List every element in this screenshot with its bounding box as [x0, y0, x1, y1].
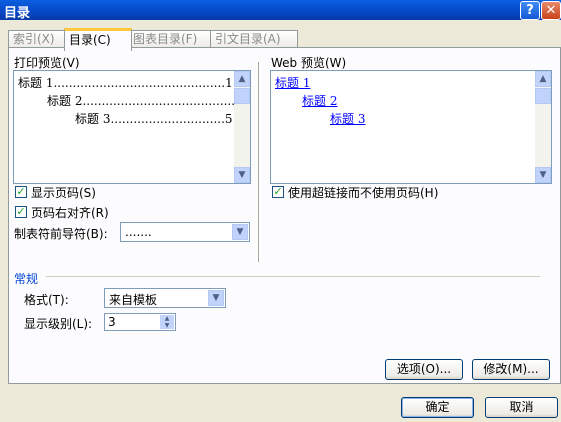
spin-up-icon[interactable]: ▲: [160, 315, 174, 322]
group-divider: [46, 276, 540, 277]
tab-figures[interactable]: 图表目录(F): [128, 30, 216, 48]
print-preview-line: 标题 2....................................…: [47, 94, 243, 108]
format-select[interactable]: 来自模板 ▼: [104, 288, 226, 308]
print-preview-box[interactable]: 标题 1....................................…: [13, 70, 251, 184]
levels-value: 3: [108, 315, 116, 329]
right-align-label[interactable]: 页码右对齐(R): [31, 204, 109, 221]
scroll-down-icon[interactable]: ▼: [234, 167, 250, 183]
format-label: 格式(T):: [24, 293, 69, 307]
levels-label: 显示级别(L):: [24, 317, 93, 331]
scroll-thumb[interactable]: [535, 88, 551, 104]
web-preview-link[interactable]: 标题 3: [330, 110, 365, 127]
print-preview-scrollbar[interactable]: ▲ ▼: [234, 71, 250, 183]
tab-leader-select[interactable]: ....... ▼: [120, 222, 250, 242]
print-preview-label: 打印预览(V): [14, 56, 80, 70]
chevron-down-icon[interactable]: ▼: [232, 224, 248, 240]
web-preview-link[interactable]: 标题 2: [302, 92, 337, 109]
help-icon: ?: [526, 3, 534, 18]
window-title: 目录: [4, 6, 31, 21]
modify-button[interactable]: 修改(M)...: [472, 359, 550, 380]
web-preview-label: Web 预览(W): [271, 56, 347, 70]
print-preview-line: 标题 1....................................…: [18, 76, 233, 90]
options-button[interactable]: 选项(O)...: [385, 359, 463, 380]
show-page-numbers-label[interactable]: 显示页码(S): [31, 184, 96, 201]
column-divider: [258, 62, 260, 262]
general-group-heading: 常规: [14, 272, 39, 286]
title-bar: 目录 ? ✕: [0, 0, 561, 21]
print-preview-line: 标题 3..............................5: [75, 112, 233, 126]
tab-index[interactable]: 索引(X): [8, 30, 66, 48]
tab-leader-label: 制表符前导符(B):: [14, 227, 108, 241]
scroll-up-icon[interactable]: ▲: [234, 71, 250, 87]
scroll-up-icon[interactable]: ▲: [535, 71, 551, 87]
web-preview-box[interactable]: 标题 1 标题 2 标题 3 ▲ ▼: [270, 70, 552, 184]
tab-citations[interactable]: 引文目录(A): [210, 30, 298, 48]
show-page-numbers-checkbox[interactable]: ✓: [15, 186, 27, 198]
chevron-down-icon[interactable]: ▼: [208, 290, 224, 306]
format-value: 来自模板: [109, 293, 158, 307]
cancel-button[interactable]: 取消: [485, 397, 558, 418]
tab-toc[interactable]: 目录(C): [64, 28, 132, 51]
levels-spinner[interactable]: 3 ▲ ▼: [104, 313, 176, 331]
scroll-down-icon[interactable]: ▼: [535, 167, 551, 183]
use-hyperlinks-checkbox[interactable]: ✓: [272, 186, 284, 198]
help-button[interactable]: ?: [520, 1, 540, 20]
ok-button[interactable]: 确定: [401, 397, 474, 418]
use-hyperlinks-label[interactable]: 使用超链接而不使用页码(H): [288, 184, 438, 201]
web-preview-link[interactable]: 标题 1: [275, 74, 310, 91]
right-align-checkbox[interactable]: ✓: [15, 206, 27, 218]
scroll-thumb[interactable]: [234, 88, 250, 104]
spin-down-icon[interactable]: ▼: [160, 322, 174, 329]
web-preview-scrollbar[interactable]: ▲ ▼: [535, 71, 551, 183]
close-icon: ✕: [545, 3, 557, 18]
tab-leader-value: .......: [125, 225, 152, 239]
close-button[interactable]: ✕: [541, 1, 561, 20]
